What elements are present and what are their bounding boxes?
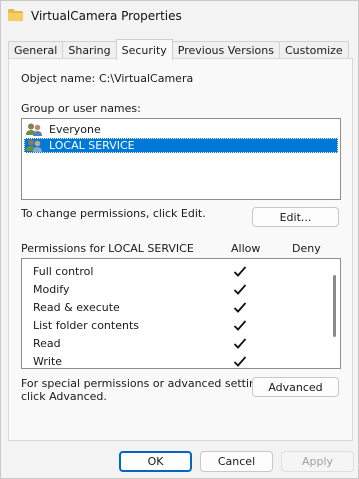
permission-name: List folder contents [33,319,139,332]
permission-row: Write [33,354,323,368]
list-item[interactable]: Everyone [24,122,338,137]
permission-row: Read [33,336,323,352]
permission-name: Write [33,355,63,368]
tab-sharing[interactable]: Sharing [62,41,117,59]
permission-name: Read [33,337,61,350]
group-name: LOCAL SERVICE [49,139,135,152]
edit-button[interactable]: Edit... [252,207,339,227]
tab-customize[interactable]: Customize [278,41,349,59]
advanced-button[interactable]: Advanced [252,377,339,397]
properties-window: VirtualCamera Properties General Sharing… [0,0,359,479]
object-name-value: C:\VirtualCamera [99,72,194,85]
permission-name: Full control [33,265,94,278]
security-panel: Object name: C:\VirtualCamera Group or u… [8,58,353,441]
deny-header: Deny [292,242,321,255]
check-icon [233,338,247,349]
permission-row: List folder contents [33,318,323,334]
permission-row: Full control [33,264,323,280]
special-permissions-text: For special permissions or advanced sett… [21,377,272,403]
permissions-title: Permissions for LOCAL SERVICE [21,242,194,255]
users-icon [26,123,42,136]
users-icon [26,139,42,152]
permissions-scrollbar[interactable] [333,275,336,337]
list-item-selected[interactable]: LOCAL SERVICE [24,138,338,153]
title-bar[interactable]: VirtualCamera Properties [1,1,358,32]
object-name-label: Object name: [21,72,96,85]
check-icon [233,266,247,277]
permissions-list[interactable]: Full control Modify Read & execute List … [21,258,341,369]
tab-security[interactable]: Security [115,39,173,60]
cancel-button[interactable]: Cancel [200,451,273,472]
permission-name: Read & execute [33,301,120,314]
special-text-line1: For special permissions or advanced sett… [21,377,273,390]
tab-previous-versions[interactable]: Previous Versions [171,41,280,59]
permission-row: Read & execute [33,300,323,316]
check-icon [233,320,247,331]
check-icon [233,284,247,295]
folder-icon [8,9,23,21]
group-names-label: Group or user names: [21,102,141,115]
window-title: VirtualCamera Properties [31,9,182,23]
apply-button[interactable]: Apply [281,451,354,472]
ok-button[interactable]: OK [119,451,192,472]
group-name: Everyone [49,123,101,136]
allow-header: Allow [231,242,261,255]
check-icon [233,302,247,313]
permission-name: Modify [33,283,70,296]
tab-general[interactable]: General [8,41,64,59]
tab-strip: General Sharing Security Previous Versio… [8,39,353,60]
group-user-list[interactable]: Everyone LOCAL SERVICE [21,118,341,200]
check-icon [233,356,247,367]
special-text-line2: click Advanced. [21,390,107,403]
permission-row: Modify [33,282,323,298]
change-permissions-text: To change permissions, click Edit. [21,207,206,220]
